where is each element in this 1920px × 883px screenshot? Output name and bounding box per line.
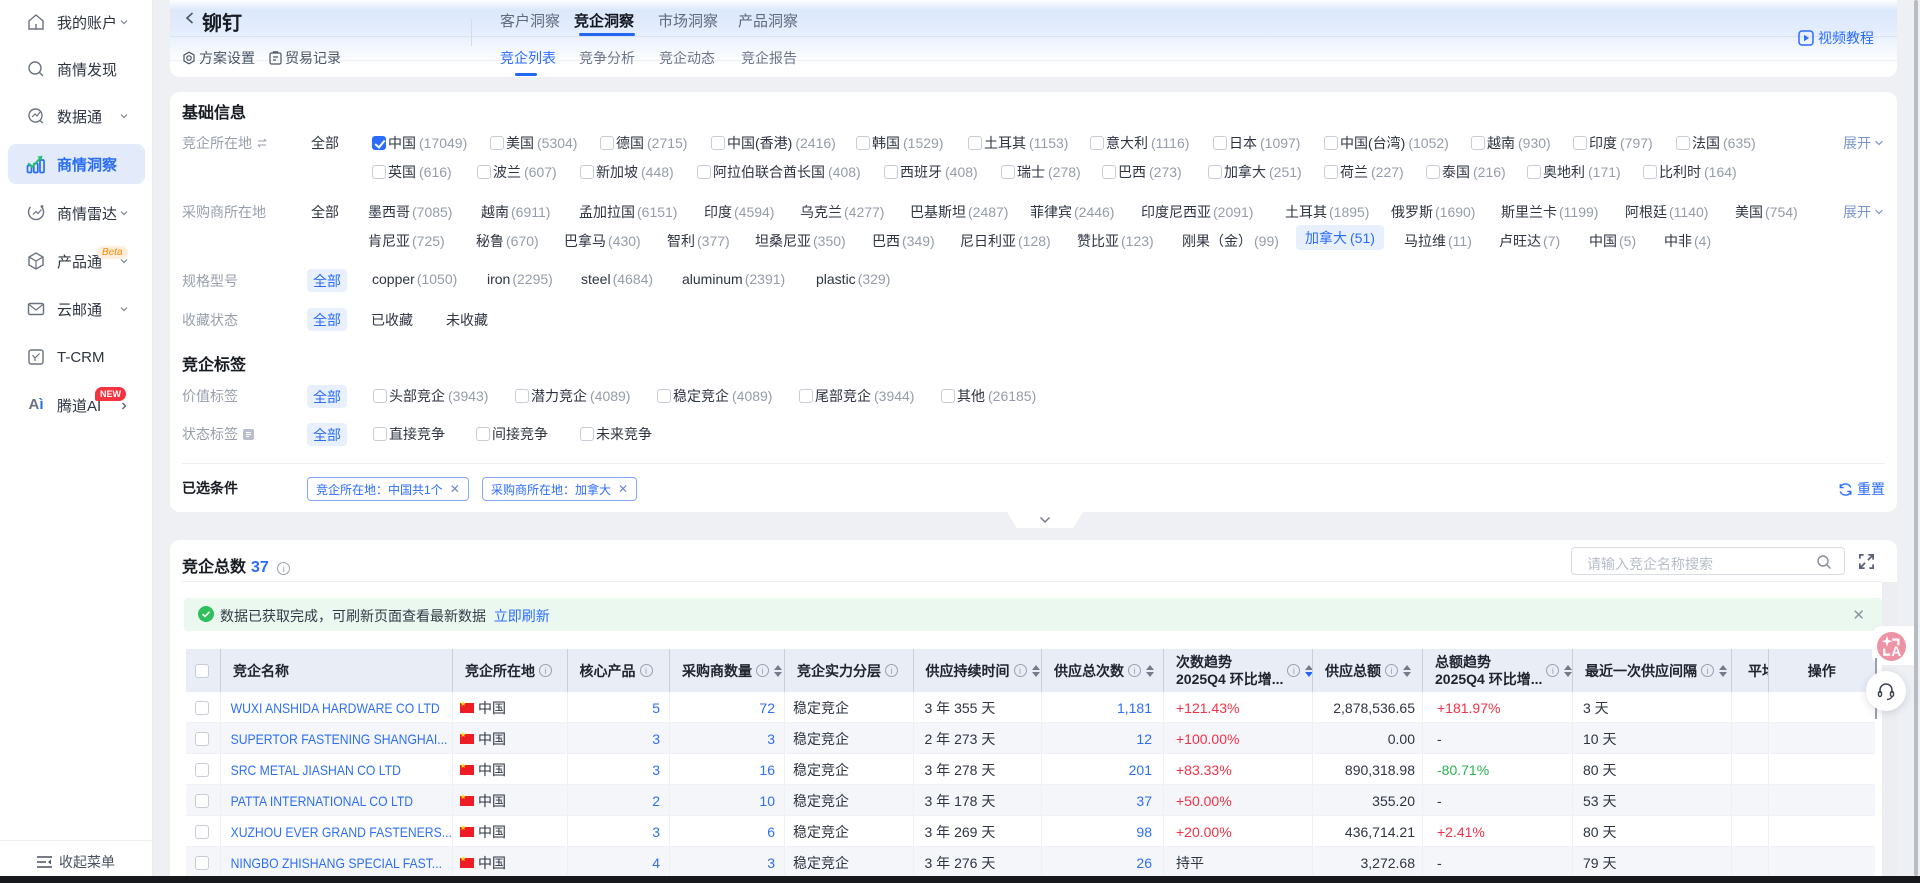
svg-text:A: A bbox=[1891, 644, 1901, 659]
